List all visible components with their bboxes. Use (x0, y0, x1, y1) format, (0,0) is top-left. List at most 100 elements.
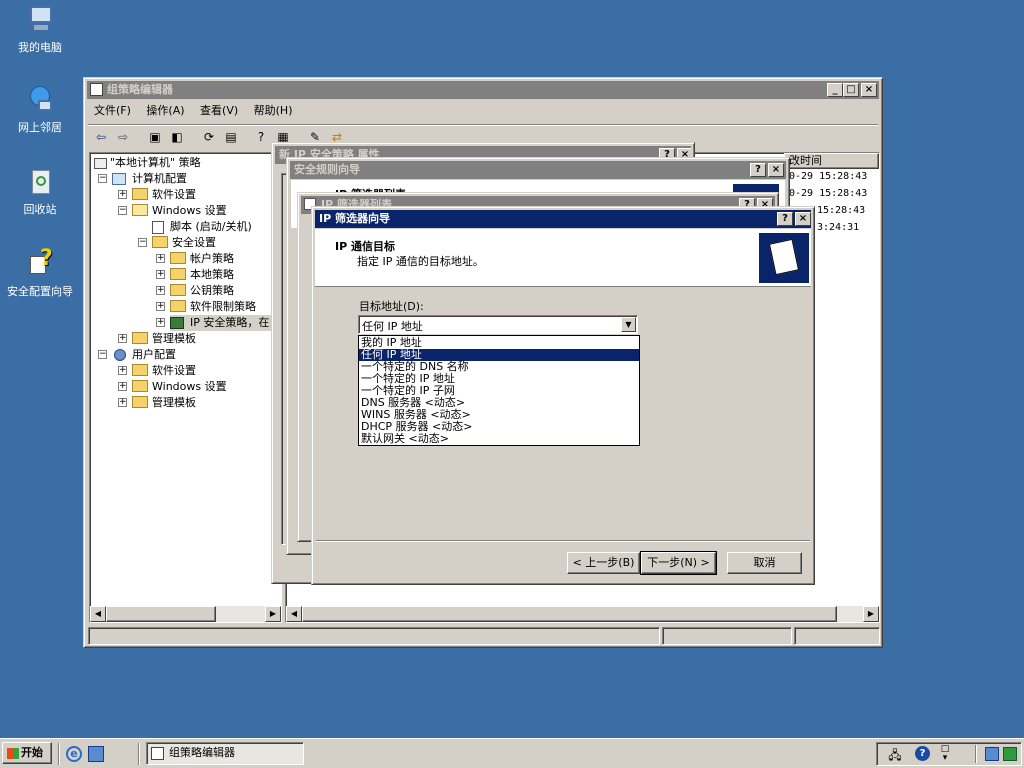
rule-wizard-title-bar[interactable]: 安全规则向导 ? × (290, 161, 786, 179)
tree-admin-templates[interactable]: 管理模板 (132, 331, 196, 347)
main-window-title: 组策略编辑器 (107, 83, 173, 96)
dropdown-option[interactable]: 默认网关 <动态> (359, 433, 639, 445)
desktop-icon-network[interactable]: 网上邻居 (0, 84, 80, 135)
close-button[interactable]: × (861, 83, 877, 97)
filter-wizard-title-bar[interactable]: IP 筛选器向导 ? × (315, 210, 811, 228)
expand-ip-security[interactable]: + (156, 318, 165, 327)
expand-software-restriction[interactable]: + (156, 302, 165, 311)
start-button[interactable]: 开始 (2, 742, 52, 764)
desktop-icon-my-computer[interactable]: 我的电脑 (0, 4, 80, 55)
tree-software-restriction[interactable]: 软件限制策略 (170, 299, 256, 315)
export-list-icon[interactable]: ▤ (222, 128, 240, 146)
computer-tray-icon[interactable] (985, 747, 999, 761)
network-tray-icon[interactable]: 🖧 (887, 746, 903, 762)
tree-label: 帐户策略 (190, 252, 234, 265)
scroll-left-button[interactable]: ◀ (286, 606, 302, 622)
menu-action[interactable]: 操作(A) (140, 101, 190, 121)
start-label: 开始 (21, 746, 43, 759)
collapse-windows-settings[interactable]: − (118, 206, 127, 215)
up-folder-icon[interactable]: ▣ (146, 128, 164, 146)
tree-user-windows[interactable]: Windows 设置 (132, 379, 227, 395)
tree-windows-settings[interactable]: Windows 设置 (132, 203, 227, 219)
desktop-icon-security-wizard[interactable]: ? 安全配置向导 (0, 246, 80, 299)
menu-view[interactable]: 查看(V) (194, 101, 244, 121)
tree-user-admin[interactable]: 管理模板 (132, 395, 196, 411)
help-button[interactable]: ? (777, 212, 793, 226)
expand-user-windows[interactable]: + (118, 382, 127, 391)
show-desktop-icon[interactable] (88, 746, 104, 762)
scroll-right-button[interactable]: ▶ (863, 606, 879, 622)
ie-quicklaunch-icon[interactable]: e (66, 746, 82, 762)
menu-file[interactable]: 文件(F) (88, 101, 137, 121)
restore-tray-icon[interactable]: □ ▾ (939, 745, 951, 763)
folder-icon (132, 364, 148, 376)
tree-hscrollbar[interactable]: ◀ ▶ (90, 606, 281, 622)
tree-ip-security[interactable]: IP 安全策略，在 (170, 315, 274, 331)
tree-scripts[interactable]: 脚本 (启动/关机) (152, 219, 252, 235)
ip-filter-wizard-dialog: IP 筛选器向导 ? × IP 通信目标 指定 IP 通信的目标地址。 目标地址… (311, 206, 815, 585)
tree-label: 管理模板 (152, 332, 196, 345)
minimize-button[interactable]: _ (827, 83, 843, 97)
back-arrow-icon[interactable]: ⇦ (92, 128, 110, 146)
security-tray-icon[interactable] (1003, 747, 1017, 761)
taskbar-divider (138, 743, 140, 765)
maximize-button[interactable]: □ (843, 83, 859, 97)
help-button[interactable]: ? (750, 163, 766, 177)
tree-local-policies[interactable]: 本地策略 (170, 267, 234, 283)
main-title-bar[interactable]: 组策略编辑器 _ □ × (87, 81, 879, 99)
tree-computer-config[interactable]: 计算机配置 (112, 171, 187, 187)
tree-label: 管理模板 (152, 396, 196, 409)
folder-open-icon (132, 204, 148, 216)
cancel-button[interactable]: 取消 (727, 552, 802, 574)
help-icon[interactable]: ? (252, 128, 270, 146)
expand-user-admin[interactable]: + (118, 398, 127, 407)
tree-user-config[interactable]: 用户配置 (112, 347, 176, 363)
list-row[interactable]: 3:24:31 (817, 222, 859, 233)
collapse-security-settings[interactable]: − (138, 238, 147, 247)
tree-label: 软件限制策略 (190, 300, 256, 313)
recycle-bin-icon (24, 166, 56, 198)
close-button[interactable]: × (795, 212, 811, 226)
folder-icon (132, 332, 148, 344)
tree-software-settings[interactable]: 软件设置 (132, 187, 196, 203)
wizard-heading: IP 通信目标 (335, 240, 395, 253)
details-hscrollbar[interactable]: ◀ ▶ (286, 606, 879, 622)
list-row[interactable]: 15:28:43 (817, 205, 865, 216)
expand-user-software[interactable]: + (118, 366, 127, 375)
my-computer-icon (24, 4, 56, 36)
column-header-modified[interactable]: 改时间 (784, 153, 879, 169)
taskbar-task-gpedit[interactable]: 组策略编辑器 (146, 742, 304, 765)
expand-public-key[interactable]: + (156, 286, 165, 295)
show-tree-icon[interactable]: ◧ (168, 128, 186, 146)
forward-arrow-icon[interactable]: ⇨ (114, 128, 132, 146)
close-button[interactable]: × (768, 163, 784, 177)
expand-software-settings[interactable]: + (118, 190, 127, 199)
destination-address-select[interactable]: 任何 IP 地址 ▼ (358, 315, 638, 334)
next-button[interactable]: 下一步(N) > (640, 551, 717, 575)
dropdown-arrow-button[interactable]: ▼ (621, 317, 636, 332)
tree-account-policies[interactable]: 帐户策略 (170, 251, 234, 267)
collapse-user-config[interactable]: − (98, 350, 107, 359)
collapse-computer-config[interactable]: − (98, 174, 107, 183)
desktop-icon-recycle-bin[interactable]: 回收站 (0, 166, 80, 217)
help-tray-icon[interactable]: ? (915, 746, 930, 761)
tree-label: Windows 设置 (152, 380, 227, 393)
refresh-icon[interactable]: ⟳ (200, 128, 218, 146)
desktop-icon-label: 网上邻居 (18, 121, 62, 134)
expand-local-policies[interactable]: + (156, 270, 165, 279)
expand-admin-templates[interactable]: + (118, 334, 127, 343)
scroll-left-button[interactable]: ◀ (90, 606, 106, 622)
tree-root[interactable]: "本地计算机" 策略 (94, 155, 201, 171)
back-button[interactable]: < 上一步(B) (567, 552, 640, 574)
menu-help[interactable]: 帮助(H) (248, 101, 299, 121)
tree-security-settings[interactable]: 安全设置 (152, 235, 216, 251)
menu-bar: 文件(F) 操作(A) 查看(V) 帮助(H) (88, 101, 878, 123)
list-row[interactable]: 0-29 15:28:43 (789, 188, 867, 199)
scroll-thumb[interactable] (106, 606, 216, 622)
scroll-thumb[interactable] (302, 606, 837, 622)
tree-public-key[interactable]: 公钥策略 (170, 283, 234, 299)
scroll-right-button[interactable]: ▶ (265, 606, 281, 622)
tree-user-software[interactable]: 软件设置 (132, 363, 196, 379)
expand-account-policies[interactable]: + (156, 254, 165, 263)
list-row[interactable]: 0-29 15:28:43 (789, 171, 867, 182)
